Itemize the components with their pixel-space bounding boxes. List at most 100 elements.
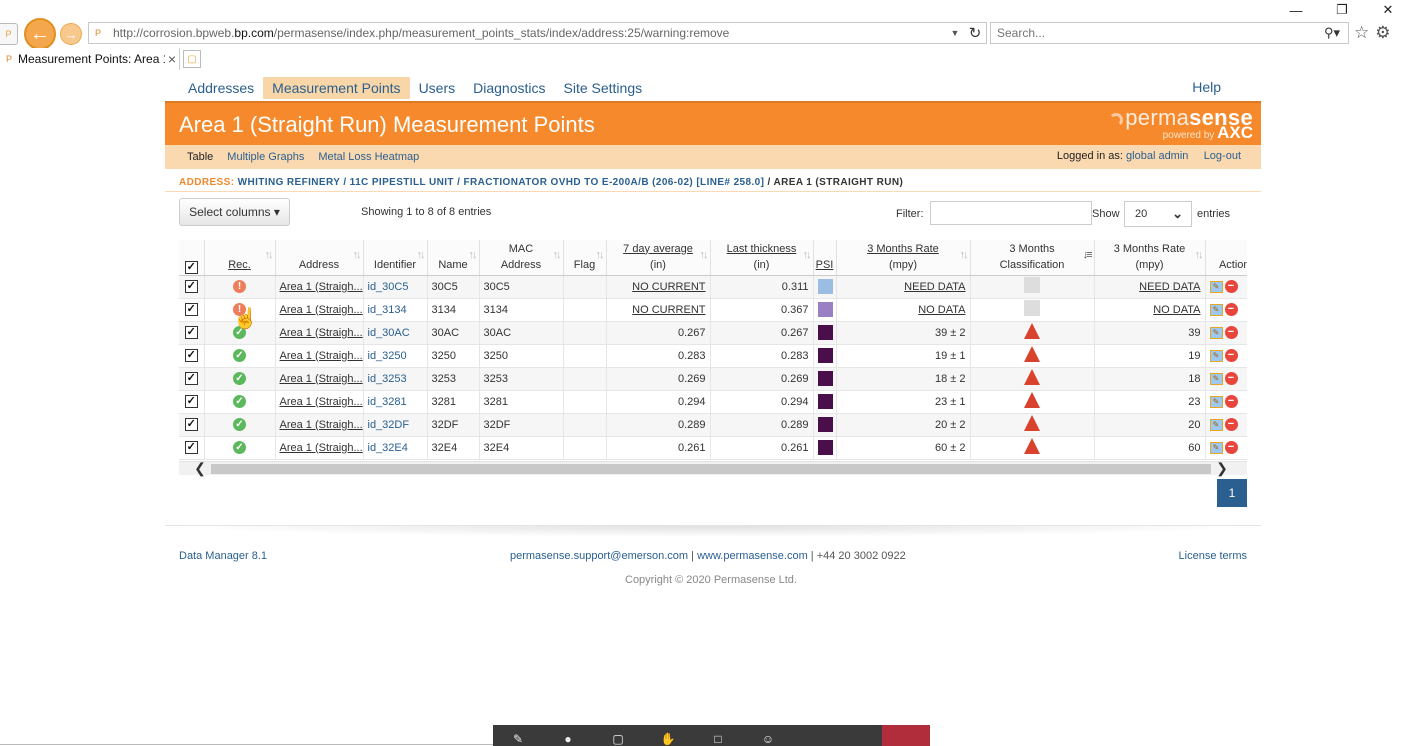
nav-measurement-points[interactable]: Measurement Points — [263, 77, 410, 99]
rec-status[interactable]: ✓ — [204, 367, 276, 391]
address-cell[interactable]: Area 1 (Straigh... — [275, 275, 364, 299]
col-7-day-average[interactable]: 7 day average (in) ↑↓ — [606, 240, 711, 276]
select-all-checkbox[interactable]: ✓ — [179, 240, 205, 276]
version-link[interactable]: Data Manager 8.1 — [179, 550, 267, 562]
identifier-link[interactable]: id_30C5 — [368, 281, 409, 293]
raise-hand-icon[interactable]: ✋ — [643, 732, 693, 746]
col-3-months-rate-2[interactable]: 3 Months Rate (mpy) ↑↓ — [1094, 240, 1206, 276]
subnav-metal-loss-heatmap[interactable]: Metal Loss Heatmap — [311, 151, 426, 163]
edit-icon[interactable]: ✎ — [1209, 349, 1223, 362]
col-psi[interactable]: PSI — [813, 240, 837, 276]
rec-status[interactable]: ✓ — [204, 390, 276, 414]
breadcrumb-path[interactable]: WHITING REFINERY / 11C PIPESTILL UNIT / … — [238, 177, 765, 188]
remove-icon[interactable]: − — [1224, 303, 1238, 316]
table-row[interactable]: ✓! Area 1 (Straigh... id_3134 3134 3134 NO CU… — [179, 298, 1247, 322]
tab-close-icon[interactable]: × — [165, 51, 179, 67]
identifier-link[interactable]: id_3250 — [368, 350, 407, 362]
address-cell[interactable]: Area 1 (Straigh... — [275, 413, 364, 437]
share-screen-icon[interactable]: ▢ — [593, 732, 643, 746]
rec-status[interactable]: ✓ — [204, 413, 276, 437]
identifier-cell[interactable]: id_30C5 — [363, 275, 428, 299]
col-3-months-classification[interactable]: 3 Months Classification ↓≡ — [970, 240, 1095, 276]
nav-site-settings[interactable]: Site Settings — [555, 77, 652, 99]
edit-icon[interactable]: ✎ — [1209, 372, 1223, 385]
edit-icon[interactable]: ✎ — [1209, 395, 1223, 408]
remove-icon[interactable]: − — [1224, 441, 1238, 454]
url-text[interactable]: http://corrosion.bpweb.bp.com/permasense… — [107, 26, 946, 40]
logout-link[interactable]: Log-out — [1204, 150, 1241, 162]
identifier-cell[interactable]: id_3253 — [363, 367, 428, 391]
user-link[interactable]: global admin — [1126, 150, 1188, 162]
row-checkbox[interactable]: ✓ — [179, 344, 205, 368]
address-cell[interactable]: Area 1 (Straigh... — [275, 344, 364, 368]
row-checkbox[interactable]: ✓ — [179, 298, 205, 322]
license-terms-link[interactable]: License terms — [1179, 550, 1247, 562]
remove-icon[interactable]: − — [1224, 418, 1238, 431]
identifier-link[interactable]: id_32E4 — [368, 442, 408, 454]
search-icon[interactable]: ⚲▾ — [1316, 25, 1348, 41]
browser-search[interactable]: ⚲▾ — [990, 22, 1349, 44]
address-cell[interactable]: Area 1 (Straigh... — [275, 321, 364, 345]
identifier-link[interactable]: id_3281 — [368, 396, 407, 408]
remove-icon[interactable]: − — [1224, 280, 1238, 293]
rec-status[interactable]: ✓ — [204, 436, 276, 460]
back-arrow-icon[interactable]: ← — [24, 18, 56, 50]
subnav-table[interactable]: Table — [180, 151, 220, 163]
row-checkbox[interactable]: ✓ — [179, 436, 205, 460]
col-last-thickness[interactable]: Last thickness (in) ↑↓ — [710, 240, 814, 276]
video-off-icon[interactable]: ✎ — [493, 732, 543, 746]
url-dropdown-icon[interactable]: ▼ — [946, 28, 964, 38]
row-checkbox[interactable]: ✓ — [179, 275, 205, 299]
refresh-icon[interactable]: ↻ — [964, 24, 986, 42]
search-input[interactable] — [991, 25, 1316, 41]
address-cell[interactable]: Area 1 (Straigh... — [275, 436, 364, 460]
col-3-months-rate[interactable]: 3 Months Rate (mpy) ↑↓ — [836, 240, 971, 276]
identifier-cell[interactable]: id_3134 — [363, 298, 428, 322]
address-cell[interactable]: Area 1 (Straigh... — [275, 298, 364, 322]
identifier-cell[interactable]: id_30AC — [363, 321, 428, 345]
star-icon[interactable]: ☆ — [1354, 23, 1369, 43]
rec-status[interactable]: ! — [204, 275, 276, 299]
table-row[interactable]: ✓ ✓ Area 1 (Straigh... id_3281 3281 3281 0.294… — [179, 390, 1247, 414]
edit-icon[interactable]: ✎ — [1209, 303, 1223, 316]
row-checkbox[interactable]: ✓ — [179, 390, 205, 414]
identifier-link[interactable]: id_30AC — [368, 327, 410, 339]
new-tab-icon[interactable]: ▢ — [183, 50, 201, 68]
gear-icon[interactable]: ⚙ — [1375, 23, 1390, 43]
address-cell[interactable]: Area 1 (Straigh... — [275, 390, 364, 414]
browser-tab[interactable]: P Measurement Points: Area 1... × — [0, 48, 180, 70]
identifier-link[interactable]: id_32DF — [368, 419, 410, 431]
subnav-multiple-graphs[interactable]: Multiple Graphs — [220, 151, 311, 163]
rec-status[interactable]: ✓ — [204, 344, 276, 368]
remove-icon[interactable]: − — [1224, 395, 1238, 408]
identifier-cell[interactable]: id_32E4 — [363, 436, 428, 460]
col-mac-address[interactable]: MAC Address ↑↓ — [479, 240, 564, 276]
edit-icon[interactable]: ✎ — [1209, 326, 1223, 339]
identifier-link[interactable]: id_3253 — [368, 373, 407, 385]
microphone-icon[interactable]: ● — [543, 732, 593, 746]
col-name[interactable]: Name ↑↓ — [427, 240, 480, 276]
close-icon[interactable]: ✕ — [1365, 0, 1411, 20]
help-link[interactable]: Help — [1192, 79, 1221, 95]
scroll-left-icon[interactable]: ❮ — [193, 460, 207, 477]
nav-addresses[interactable]: Addresses — [179, 77, 263, 99]
pagination-page-1[interactable]: 1 — [1217, 479, 1247, 507]
identifier-link[interactable]: id_3134 — [368, 304, 407, 316]
url-bar[interactable]: P http://corrosion.bpweb.bp.com/permasen… — [88, 22, 987, 44]
nav-users[interactable]: Users — [410, 77, 465, 99]
scroll-right-icon[interactable]: ❯ — [1215, 460, 1229, 477]
address-cell[interactable]: Area 1 (Straigh... — [275, 367, 364, 391]
nav-diagnostics[interactable]: Diagnostics — [464, 77, 554, 99]
horizontal-scrollbar[interactable]: ❮ ❯ — [179, 460, 1247, 477]
scroll-thumb[interactable] — [211, 464, 1211, 474]
edit-icon[interactable]: ✎ — [1209, 418, 1223, 431]
row-checkbox[interactable]: ✓ — [179, 367, 205, 391]
minimize-icon[interactable]: — — [1273, 0, 1319, 20]
chat-icon[interactable]: □ — [693, 732, 743, 746]
row-checkbox[interactable]: ✓ — [179, 321, 205, 345]
support-email-link[interactable]: permasense.support@emerson.com — [510, 550, 688, 562]
table-row[interactable]: ✓ ✓ Area 1 (Straigh... id_3250 3250 3250 0.283… — [179, 344, 1247, 368]
remove-icon[interactable]: − — [1224, 326, 1238, 339]
restore-icon[interactable]: ❐ — [1319, 0, 1365, 20]
remove-icon[interactable]: − — [1224, 349, 1238, 362]
